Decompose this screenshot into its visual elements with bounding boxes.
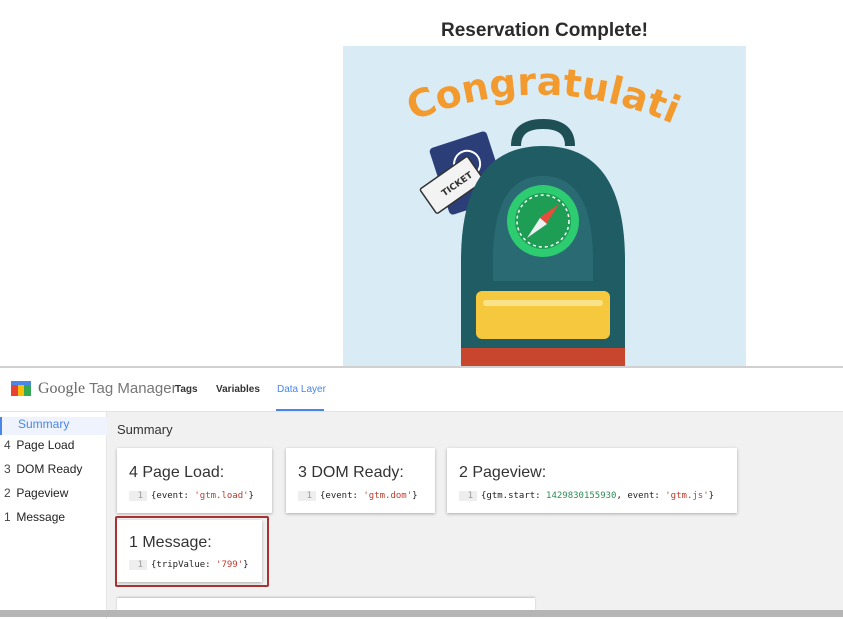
line-number: 1 — [298, 491, 316, 501]
code-key: {gtm.start: — [481, 491, 547, 501]
card-code: 1 {gtm.start: 1429830155930, event: 'gtm.… — [459, 491, 714, 501]
event-sidebar: Summary 4 Page Load 3 DOM Ready 2 Pagevi… — [0, 412, 107, 619]
code-key: {event: — [151, 491, 195, 501]
card-code: 1 {event: 'gtm.dom'} — [298, 491, 418, 501]
event-card-dom-ready[interactable]: 3 DOM Ready: 1 {event: 'gtm.dom'} — [286, 448, 435, 513]
summary-title: Summary — [117, 422, 173, 437]
line-number: 1 — [459, 491, 477, 501]
code-string: 'gtm.dom' — [363, 491, 413, 501]
code-end: } — [412, 491, 418, 501]
code-string: 'gtm.load' — [194, 491, 249, 501]
gtm-debug-pane: Google Tag Manager Tags Variables Data L… — [0, 366, 843, 619]
card-title: 2 Pageview: — [459, 464, 547, 481]
line-number: 1 — [129, 560, 147, 570]
sidebar-item-page-load[interactable]: 4 Page Load — [0, 438, 105, 456]
gtm-header: Google Tag Manager Tags Variables Data L… — [0, 368, 843, 412]
event-card-pageview[interactable]: 2 Pageview: 1 {gtm.start: 1429830155930, … — [447, 448, 737, 513]
sidebar-item-number: 1 — [4, 510, 11, 524]
congratulations-banner: Congratulations! — [343, 46, 686, 132]
sidebar-item-summary[interactable]: Summary — [0, 417, 107, 435]
sidebar-item-number: 3 — [4, 462, 11, 476]
sidebar-item-dom-ready[interactable]: 3 DOM Ready — [0, 462, 105, 480]
sidebar-item-label: DOM Ready — [16, 462, 83, 476]
code-key: {tripValue: — [151, 560, 217, 570]
line-number: 1 — [129, 491, 147, 501]
sidebar-item-label: Pageview — [16, 486, 69, 500]
tab-variables[interactable]: Variables — [216, 384, 260, 395]
sidebar-item-number: 4 — [4, 438, 11, 452]
code-end: } — [248, 491, 254, 501]
summary-panel: Summary 4 Page Load: 1 {event: 'gtm.load'… — [107, 412, 843, 612]
gtm-brand: Google Tag Manager — [38, 380, 177, 398]
card-title: 1 Message: — [129, 534, 212, 551]
sidebar-item-number: 2 — [4, 486, 11, 500]
code-end: } — [708, 491, 715, 501]
code-end: } — [243, 560, 249, 570]
tab-tags[interactable]: Tags — [175, 384, 198, 395]
tag-manager-logo-icon — [11, 381, 31, 396]
card-code: 1 {tripValue: '799'} — [129, 560, 249, 570]
congratulations-illustration: Congratulations! TICKET — [343, 46, 746, 366]
brand-tag-manager: Tag Manager — [89, 380, 177, 397]
event-card-message[interactable]: 1 Message: 1 {tripValue: '799'} — [117, 520, 262, 582]
card-title: 4 Page Load: — [129, 464, 225, 481]
sidebar-item-message[interactable]: 1 Message — [0, 510, 105, 528]
code-key: {event: — [320, 491, 364, 501]
code-number: 1429830155930 — [546, 491, 617, 501]
page-heading: Reservation Complete! — [441, 20, 648, 41]
code-string: '799' — [216, 560, 244, 570]
bottom-scrollbar[interactable] — [0, 610, 843, 617]
sidebar-item-pageview[interactable]: 2 Pageview — [0, 486, 105, 504]
code-key: , event: — [616, 491, 666, 501]
sidebar-item-label: Summary — [18, 417, 70, 431]
card-code: 1 {event: 'gtm.load'} — [129, 491, 254, 501]
sidebar-item-label: Page Load — [16, 438, 75, 452]
code-string: 'gtm.js' — [665, 491, 709, 501]
card-title: 3 DOM Ready: — [298, 464, 404, 481]
tab-data-layer[interactable]: Data Layer — [277, 384, 326, 395]
sidebar-item-label: Message — [16, 510, 66, 524]
brand-google: Google — [38, 380, 86, 397]
active-tab-indicator — [276, 409, 324, 411]
event-card-page-load[interactable]: 4 Page Load: 1 {event: 'gtm.load'} — [117, 448, 272, 513]
